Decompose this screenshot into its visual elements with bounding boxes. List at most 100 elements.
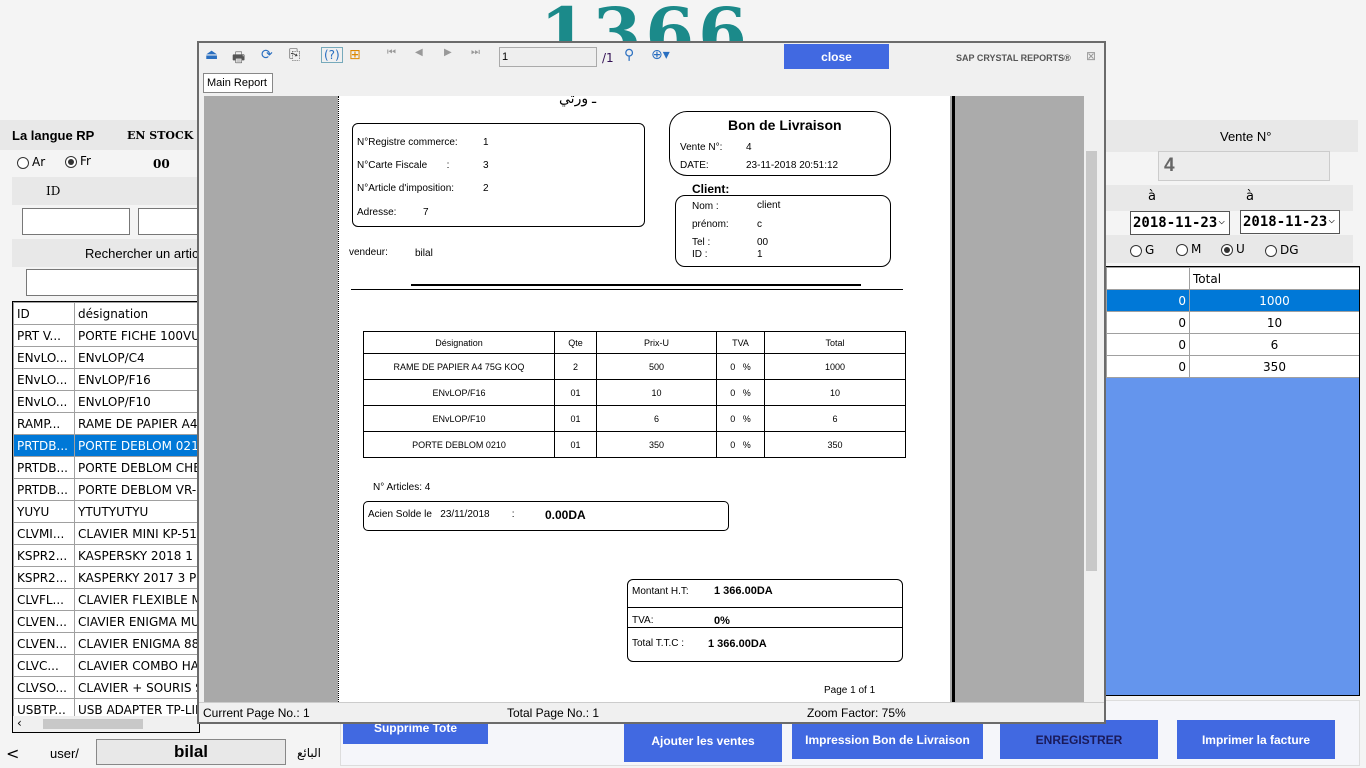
imprimer-facture-button[interactable]: Imprimer la facture	[1177, 720, 1335, 759]
cell-designation[interactable]: ENvLOP/F10	[74, 390, 199, 413]
cell-total[interactable]: 350	[1189, 355, 1359, 378]
first-page-icon[interactable]: ⏮	[387, 47, 396, 58]
cell-designation[interactable]: PORTE DEBLOM VR-3	[74, 478, 199, 501]
close-button[interactable]: close	[784, 44, 889, 69]
back-button[interactable]: <	[6, 744, 19, 763]
cell-designation[interactable]: CLAVIER FLEXIBLE M	[74, 588, 199, 611]
cell-id[interactable]: RAMP...	[13, 412, 75, 435]
table-row[interactable]: RAMP... RAME DE PAPIER A4	[13, 412, 199, 435]
enregistrer-button[interactable]: ENREGISTRER	[1000, 720, 1158, 759]
cell-id[interactable]: ENvLO...	[13, 390, 75, 413]
radio-g[interactable]: G	[1130, 243, 1154, 257]
cell-designation[interactable]: RAME DE PAPIER A4	[74, 412, 199, 435]
next-page-icon[interactable]: ▶	[444, 47, 452, 58]
radio-ar[interactable]: Ar	[17, 155, 45, 169]
ajouter-ventes-button[interactable]: Ajouter les ventes	[624, 720, 782, 762]
impression-bon-livraison-button[interactable]: Impression Bon de Livraison	[792, 720, 983, 759]
id-input[interactable]	[22, 208, 130, 235]
cell-partial[interactable]: 0	[1106, 311, 1190, 334]
scrollbar-thumb[interactable]	[1086, 151, 1097, 571]
table-row[interactable]: CLVC... CLAVIER COMBO HAV	[13, 654, 199, 677]
table-row[interactable]: PRT V... PORTE FICHE 100VUI	[13, 324, 199, 347]
cell-designation[interactable]: CLAVIER ENIGMA 883	[74, 632, 199, 655]
cell-partial[interactable]: 0	[1106, 333, 1190, 356]
cell-designation[interactable]: PORTE DEBLOM CHEF	[74, 456, 199, 479]
cell-designation[interactable]: CLAVIER + SOURIS S	[74, 676, 199, 699]
cell-designation[interactable]: CLAVIER COMBO HAV	[74, 654, 199, 677]
cell-designation[interactable]: ENvLOP/C4	[74, 346, 199, 369]
cell-id[interactable]: KSPR2...	[13, 566, 75, 589]
date-to-picker[interactable]: 2018-11-23 ⌵	[1240, 210, 1340, 234]
articles-table[interactable]: ID désignation PRT V... PORTE FICHE 100VUI…	[12, 301, 200, 733]
export-icon[interactable]: ⏏	[205, 47, 218, 63]
search-input[interactable]	[26, 269, 200, 296]
cell-id[interactable]: KSPR2...	[13, 544, 75, 567]
help-icon[interactable]: (?)	[321, 47, 343, 63]
cell-total[interactable]: 1000	[1189, 289, 1359, 312]
cell-total[interactable]: 10	[1189, 311, 1359, 334]
table-row[interactable]: 06	[1106, 333, 1359, 356]
print-icon[interactable]: 🖶	[232, 47, 245, 71]
table-row[interactable]: ENvLO... ENvLOP/F16	[13, 368, 199, 391]
column-header-total[interactable]: Total	[1189, 267, 1359, 290]
cell-partial[interactable]: 0	[1106, 289, 1190, 312]
vente-number-field[interactable]: 4	[1158, 151, 1330, 181]
table-row[interactable]: CLVEN... CLAVIER ENIGMA 883	[13, 632, 199, 655]
group-tree-icon[interactable]: ⊞	[349, 47, 361, 63]
cell-designation[interactable]: PORTE FICHE 100VUI	[74, 324, 199, 347]
table-row[interactable]: ENvLO... ENvLOP/C4	[13, 346, 199, 369]
cell-designation[interactable]: KASPERSKY 2018 1 P	[74, 544, 199, 567]
copy-icon[interactable]: ⎘	[289, 47, 300, 63]
radio-fr[interactable]: Fr	[65, 154, 91, 168]
horizontal-scrollbar[interactable]: ‹	[13, 716, 199, 732]
cell-designation[interactable]: ENvLOP/F16	[74, 368, 199, 391]
column-header-id[interactable]: ID	[13, 302, 75, 325]
zoom-icon[interactable]: ⊕▾	[651, 47, 670, 63]
column-header-designation[interactable]: désignation	[74, 302, 199, 325]
table-row[interactable]: PRTDB... PORTE DEBLOM CHEF	[13, 456, 199, 479]
cell-id[interactable]: CLVFL...	[13, 588, 75, 611]
cell-id[interactable]: ENvLO...	[13, 368, 75, 391]
tab-main-report[interactable]: Main Report	[203, 73, 273, 93]
cell-designation[interactable]: KASPERKY 2017 3 PO	[74, 566, 199, 589]
cell-designation[interactable]: YTUTYUTYU	[74, 500, 199, 523]
cell-id[interactable]: PRTDB...	[13, 434, 75, 457]
sales-table[interactable]: Total 0 1000 0 10 0 6 0 350	[1105, 266, 1360, 696]
table-row[interactable]: CLVEN... CIAVIER ENIGMA MU	[13, 610, 199, 633]
vertical-scrollbar[interactable]	[1084, 96, 1099, 702]
table-row[interactable]: CLVSO... CLAVIER + SOURIS S	[13, 676, 199, 699]
table-row[interactable]: CLVFL... CLAVIER FLEXIBLE M	[13, 588, 199, 611]
radio-m[interactable]: M	[1176, 242, 1201, 256]
cell-id[interactable]: CLVC...	[13, 654, 75, 677]
find-icon[interactable]: ⚲	[624, 47, 634, 63]
cell-partial[interactable]: 0	[1106, 355, 1190, 378]
table-row[interactable]: ENvLO... ENvLOP/F10	[13, 390, 199, 413]
cell-designation[interactable]: CIAVIER ENIGMA MU	[74, 610, 199, 633]
cell-designation[interactable]: CLAVIER MINI KP-519	[74, 522, 199, 545]
table-row[interactable]: KSPR2... KASPERSKY 2018 1 P	[13, 544, 199, 567]
date-from-picker[interactable]: 2018-11-23 ⌵	[1130, 211, 1230, 235]
radio-u[interactable]: U	[1221, 242, 1245, 256]
cell-id[interactable]: CLVSO...	[13, 676, 75, 699]
cell-id[interactable]: CLVMI...	[13, 522, 75, 545]
table-row[interactable]: 0 350	[1106, 355, 1359, 378]
last-page-icon[interactable]: ⏭	[471, 47, 480, 58]
cell-id[interactable]: PRTDB...	[13, 456, 75, 479]
cell-designation[interactable]: PORTE DEBLOM 0210	[74, 434, 199, 457]
previous-page-icon[interactable]: ◀	[415, 47, 423, 58]
table-row[interactable]: 0 10	[1106, 311, 1359, 334]
table-row[interactable]: CLVMI... CLAVIER MINI KP-519	[13, 522, 199, 545]
table-row[interactable]: 0 1000	[1106, 289, 1359, 312]
refresh-icon[interactable]: ⟳	[261, 47, 273, 63]
table-row[interactable]: YUYU YTUTYUTYU	[13, 500, 199, 523]
close-icon[interactable]: ⊠	[1086, 49, 1096, 63]
cell-id[interactable]: PRT V...	[13, 324, 75, 347]
radio-dg[interactable]: DG	[1265, 243, 1299, 257]
table-row[interactable]: PRTDB... PORTE DEBLOM 0210	[13, 434, 199, 457]
cell-total[interactable]: 6	[1189, 333, 1359, 356]
scrollbar-thumb[interactable]	[43, 719, 143, 729]
cell-id[interactable]: CLVEN...	[13, 632, 75, 655]
cell-id[interactable]: CLVEN...	[13, 610, 75, 633]
cell-id[interactable]: YUYU	[13, 500, 75, 523]
table-row[interactable]: KSPR2... KASPERKY 2017 3 PO	[13, 566, 199, 589]
